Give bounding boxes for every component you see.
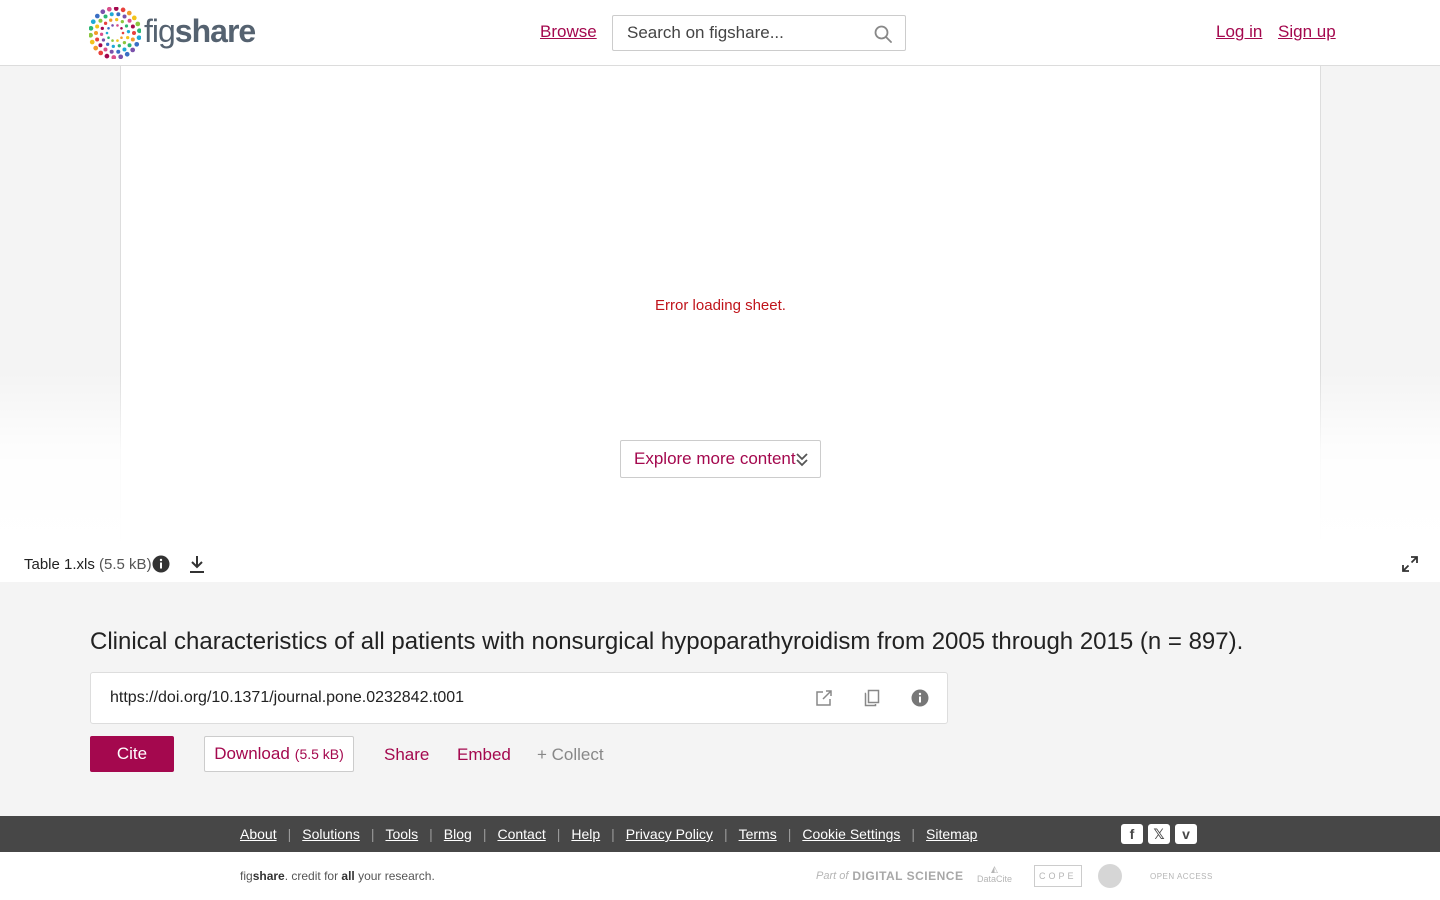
download-icon[interactable] [188, 554, 206, 574]
embed-link[interactable]: Embed [457, 745, 511, 765]
open-access-logo[interactable]: OPEN ACCESS [1150, 864, 1213, 888]
footer-links: About | Solutions | Tools | Blog | Contact | Help |… [240, 826, 977, 842]
footer-separator: | [611, 826, 615, 842]
external-link-icon[interactable] [815, 689, 833, 707]
explore-more-button[interactable]: Explore more content [620, 440, 821, 478]
footer-link-about[interactable]: About [240, 826, 277, 842]
cite-button[interactable]: Cite [90, 736, 174, 772]
site-header: figshare Browse Log in Sign up [0, 0, 1440, 66]
seal-logo[interactable] [1098, 864, 1122, 888]
info-icon[interactable] [911, 689, 929, 707]
footer-separator: | [482, 826, 487, 842]
footer-bottom: figshare. credit for all your research. … [0, 852, 1440, 900]
figshare-logo[interactable]: figshare [89, 7, 256, 59]
footer-separator: | [429, 826, 433, 842]
x-twitter-icon[interactable]: 𝕏 [1148, 824, 1170, 844]
footer-tagline: figshare. credit for all your research. [240, 869, 435, 883]
footer-link-privacy-policy[interactable]: Privacy Policy [626, 826, 713, 842]
info-icon[interactable] [152, 555, 170, 573]
footer-link-terms[interactable]: Terms [739, 826, 777, 842]
facebook-icon[interactable]: f [1121, 824, 1143, 844]
footer-separator: | [556, 826, 561, 842]
download-label: Download [214, 744, 290, 763]
footer-nav: About | Solutions | Tools | Blog | Contact | Help |… [0, 816, 1440, 852]
share-link[interactable]: Share [384, 745, 429, 765]
item-details: Clinical characteristics of all patients… [0, 582, 1440, 816]
search-box[interactable] [612, 15, 906, 51]
digital-science-logo[interactable]: Part of DIGITAL SCIENCE [816, 864, 963, 888]
collect-link[interactable]: + Collect [537, 745, 604, 765]
page-title: Clinical characteristics of all patients… [90, 628, 1244, 655]
file-size: (5.5 kB) [99, 556, 152, 573]
footer-link-solutions[interactable]: Solutions [302, 826, 360, 842]
footer-separator: | [287, 826, 292, 842]
fullscreen-icon[interactable] [1402, 556, 1418, 572]
cope-logo[interactable]: COPE [1034, 865, 1082, 887]
search-input[interactable] [613, 23, 863, 43]
footer-link-sitemap[interactable]: Sitemap [926, 826, 977, 842]
double-chevron-down-icon [796, 453, 808, 467]
footer-link-help[interactable]: Help [571, 826, 600, 842]
download-button[interactable]: Download (5.5 kB) [204, 736, 354, 772]
footer-link-blog[interactable]: Blog [444, 826, 472, 842]
search-icon[interactable] [873, 24, 893, 44]
browse-link[interactable]: Browse [540, 22, 597, 42]
footer-link-contact[interactable]: Contact [497, 826, 545, 842]
download-size: (5.5 kB) [294, 746, 344, 762]
footer-separator: | [370, 826, 375, 842]
signup-link[interactable]: Sign up [1278, 22, 1336, 42]
explore-more-label: Explore more content [634, 449, 796, 468]
file-viewer: Error loading sheet. Explore more conten… [0, 66, 1440, 546]
logo-wordmark: figshare [144, 12, 256, 49]
footer-separator: | [911, 826, 916, 842]
footer-separator: | [787, 826, 792, 842]
datacite-logo[interactable]: ◭ DataCite [977, 864, 1012, 888]
error-message: Error loading sheet. [655, 297, 786, 314]
file-bar: Table 1.xls (5.5 kB) [0, 546, 1440, 582]
footer-link-cookie-settings[interactable]: Cookie Settings [802, 826, 900, 842]
copy-icon[interactable] [863, 689, 881, 707]
footer-separator: | [723, 826, 728, 842]
doi-box: https://doi.org/10.1371/journal.pone.023… [90, 672, 948, 724]
figshare-logo-icon [89, 7, 141, 59]
vimeo-icon[interactable]: v [1175, 824, 1197, 844]
login-link[interactable]: Log in [1216, 22, 1262, 42]
doi-link[interactable]: https://doi.org/10.1371/journal.pone.023… [110, 689, 464, 707]
footer-link-tools[interactable]: Tools [385, 826, 418, 842]
file-name: Table 1.xls (5.5 kB) [24, 556, 152, 573]
